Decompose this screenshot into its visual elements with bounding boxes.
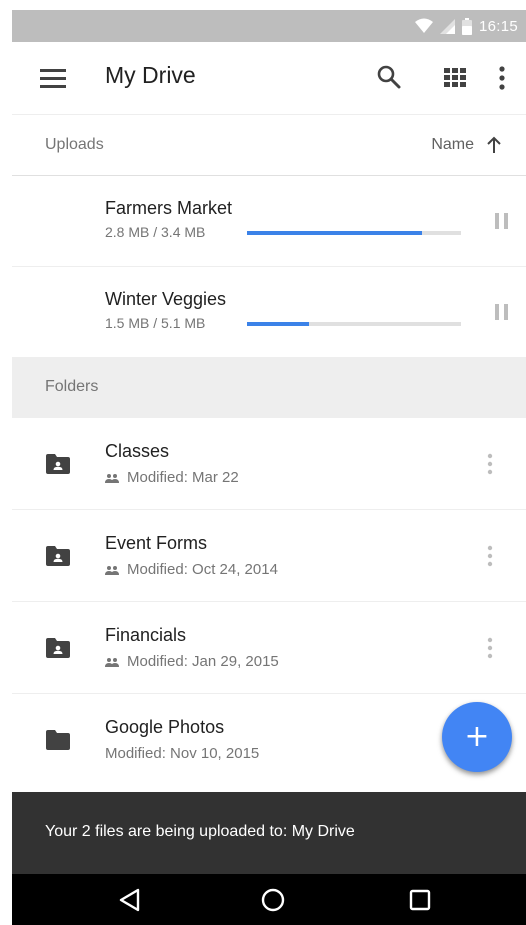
shared-people-icon xyxy=(105,565,119,575)
more-options-button[interactable] xyxy=(494,64,510,92)
pause-icon xyxy=(495,213,508,229)
battery-icon xyxy=(461,17,472,35)
folder-meta: Modified: Jan 29, 2015 xyxy=(105,653,279,670)
search-button[interactable] xyxy=(376,64,402,90)
menu-icon xyxy=(40,69,66,88)
arrow-up-icon xyxy=(487,136,501,153)
upload-item[interactable]: Farmers Market 2.8 MB / 3.4 MB xyxy=(12,176,526,267)
upload-progress-fill xyxy=(247,322,310,326)
plus-icon: + xyxy=(464,719,490,754)
page-title: My Drive xyxy=(105,62,196,88)
more-vert-icon xyxy=(487,637,493,659)
folder-icon xyxy=(46,730,70,750)
shared-people-icon xyxy=(105,657,119,667)
pause-icon xyxy=(495,304,508,320)
sort-by-name-button[interactable]: Name xyxy=(431,131,502,159)
grid-view-button[interactable] xyxy=(444,66,466,88)
signal-icon xyxy=(439,18,455,34)
folders-label: Folders xyxy=(45,378,99,395)
shared-folder-icon xyxy=(46,546,70,566)
folder-modified: Modified: Jan 29, 2015 xyxy=(127,653,279,670)
shared-folder-icon xyxy=(46,454,70,474)
folder-item[interactable]: Event Forms Modified: Oct 24, 2014 xyxy=(12,510,526,602)
upload-size: 2.8 MB / 3.4 MB xyxy=(105,224,206,240)
sort-label: Name xyxy=(431,136,474,153)
folder-item[interactable]: Financials Modified: Jan 29, 2015 xyxy=(12,602,526,694)
upload-size: 1.5 MB / 5.1 MB xyxy=(105,315,206,331)
folder-more-button[interactable] xyxy=(482,544,498,570)
app-bar: My Drive xyxy=(12,42,526,114)
folder-name: Classes xyxy=(105,441,170,461)
folder-meta: Modified: Oct 24, 2014 xyxy=(105,561,278,578)
drive-screen: 16:15 My Drive Uploads Name Farmers Mark… xyxy=(12,10,526,925)
uploads-section-header: Uploads Name xyxy=(12,114,526,176)
search-icon xyxy=(377,65,401,89)
status-time: 16:15 xyxy=(478,17,518,35)
recents-icon xyxy=(409,889,431,911)
pause-button[interactable] xyxy=(492,302,512,322)
folder-name: Google Photos xyxy=(105,717,225,737)
more-vert-icon xyxy=(487,545,493,567)
shared-people-icon xyxy=(105,473,119,483)
recents-button[interactable] xyxy=(406,886,434,914)
folder-more-button[interactable] xyxy=(482,636,498,662)
menu-button[interactable] xyxy=(40,66,66,90)
wifi-icon xyxy=(414,18,433,33)
snackbar-text: Your 2 files are being uploaded to: My D… xyxy=(45,823,355,840)
new-item-fab[interactable]: + xyxy=(442,702,512,772)
folder-modified: Modified: Mar 22 xyxy=(127,469,239,486)
back-button[interactable] xyxy=(116,886,144,914)
upload-item[interactable]: Winter Veggies 1.5 MB / 5.1 MB xyxy=(12,267,526,358)
folder-name: Financials xyxy=(105,625,187,645)
folder-item[interactable]: Classes Modified: Mar 22 xyxy=(12,418,526,510)
upload-name: Farmers Market xyxy=(105,198,233,218)
pause-button[interactable] xyxy=(492,211,512,231)
home-button[interactable] xyxy=(259,886,287,914)
upload-snackbar: Your 2 files are being uploaded to: My D… xyxy=(12,792,526,874)
upload-progress-bar xyxy=(247,231,461,235)
home-icon xyxy=(261,888,285,912)
folder-meta: Modified: Nov 10, 2015 xyxy=(105,745,259,762)
back-icon xyxy=(119,888,140,912)
folder-modified: Modified: Nov 10, 2015 xyxy=(105,745,260,762)
uploads-label: Uploads xyxy=(45,136,104,153)
more-vert-icon xyxy=(487,453,493,475)
system-nav-bar xyxy=(12,874,526,925)
upload-name: Winter Veggies xyxy=(105,289,227,309)
folder-name: Event Forms xyxy=(105,533,208,553)
more-vert-icon xyxy=(499,66,505,90)
folder-meta: Modified: Mar 22 xyxy=(105,469,239,486)
upload-progress-fill xyxy=(247,231,423,235)
upload-progress-bar xyxy=(247,322,461,326)
shared-folder-icon xyxy=(46,638,70,658)
folders-section-header: Folders xyxy=(12,358,526,418)
grid-view-icon xyxy=(444,68,466,87)
status-icons: 16:15 xyxy=(414,10,518,42)
folder-modified: Modified: Oct 24, 2014 xyxy=(127,561,278,578)
status-bar: 16:15 xyxy=(12,10,526,42)
folder-more-button[interactable] xyxy=(482,452,498,478)
